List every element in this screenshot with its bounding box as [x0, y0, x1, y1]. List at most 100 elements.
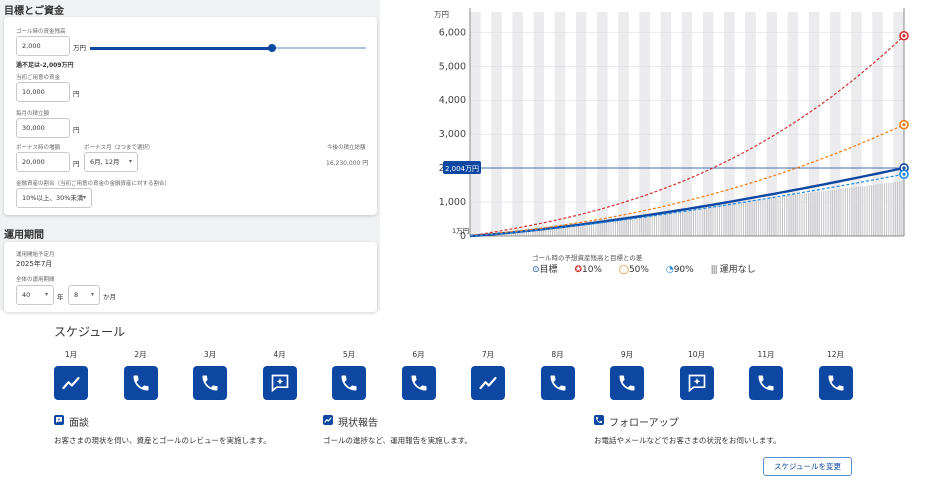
bonus-input[interactable]: 20,000 [16, 152, 70, 172]
phone-icon[interactable] [401, 366, 436, 400]
category-followup-name: フォローアップ [609, 418, 679, 429]
target-marker-icon: ⊙ [532, 265, 540, 275]
category-report-name: 現状報告 [338, 418, 378, 429]
goal-section-title: 目標とご資金 [4, 6, 64, 17]
circle-marker-icon: ◯ [618, 265, 629, 275]
bonus-month-select[interactable]: 6月, 12月 ▾ [84, 152, 138, 172]
chevron-down-icon: ▾ [44, 291, 48, 298]
category-followup-desc: お電話やメールなどでお客さまの状況をお伺いします。 [594, 436, 781, 445]
initial-label: 当初ご用意の資金 [16, 75, 61, 81]
ratio-value: 10%以上、30%未満 [22, 194, 84, 202]
asset-projection-chart: 01,0002,0003,0004,0005,0006,000万円2,004万円… [410, 0, 920, 280]
chart-band [681, 12, 693, 236]
change-schedule-button[interactable]: スケジュールを変更 [763, 457, 852, 476]
total-period-label: 全体の運用期間 [16, 277, 55, 283]
chevron-down-icon: ▾ [82, 194, 86, 201]
legend-item-target[interactable]: ⊙目標 [532, 265, 560, 275]
ratio-label: 金融資産の割合（当初ご用意の資金の金融資産に対する割合） [16, 181, 171, 187]
chart-svg: 01,0002,0003,0004,0005,0006,000万円2,004万円… [434, 8, 909, 242]
years-value: 40 [22, 291, 31, 299]
month-label: 10月 [687, 350, 706, 359]
series-p90-marker-dot [902, 172, 906, 176]
series-p10-marker-dot [902, 34, 906, 38]
month-label: 7月 [481, 350, 495, 359]
initial-input[interactable]: 10,000 [16, 82, 70, 102]
star-marker-icon: ✪ [574, 265, 582, 275]
chart-band [597, 12, 608, 236]
bonus-month-label: ボーナス月（2つまで選択） [84, 145, 154, 151]
trend-icon[interactable] [471, 366, 505, 400]
trend-icon [323, 415, 333, 425]
category-meeting-name: 面談 [69, 418, 89, 429]
ratio-select[interactable]: 10%以上、30%未満 ▾ [16, 188, 92, 208]
monthly-unit: 円 [73, 126, 80, 134]
legend-label-p50: 50% [628, 265, 649, 275]
series-p50-marker-dot [902, 123, 906, 127]
phone-icon[interactable] [749, 366, 783, 400]
monthly-input[interactable]: 30,000 [16, 118, 70, 138]
future-total-value: 16,230,000 円 [326, 160, 369, 167]
future-total-label: 今後の積立総額 [327, 145, 366, 151]
goal-slider-fill [90, 46, 273, 50]
chat-icon[interactable] [679, 366, 714, 400]
phone-icon[interactable] [193, 366, 227, 400]
monthly-label: 毎月の積立額 [16, 111, 50, 117]
target-label: 2,004万円 [445, 165, 479, 173]
legend-item-p90[interactable]: ◔90% [666, 265, 697, 275]
chart-band [575, 12, 587, 236]
years-unit: 年 [57, 293, 64, 301]
chart-band [512, 12, 523, 236]
legend-item-p50[interactable]: ◯50% [619, 265, 652, 275]
months-select[interactable]: 8 ▾ [68, 285, 100, 305]
y-tick-label: 6,000 [439, 27, 466, 38]
start-value-label: 1万円 [452, 227, 469, 235]
phone-icon[interactable] [818, 366, 853, 400]
months-unit: か月 [103, 293, 116, 301]
years-select[interactable]: 40 ▾ [16, 285, 54, 305]
month-label: 3月 [203, 350, 217, 359]
legend-title: ゴール時の予想資産残高と目標との差 [532, 254, 643, 262]
phone-icon[interactable] [332, 366, 366, 400]
chevron-down-icon: ▾ [90, 291, 94, 298]
month-label: 1月 [64, 350, 78, 359]
category-report-desc: ゴールの進捗など、運用報告を実施します。 [323, 436, 472, 445]
month-label: 8月 [551, 350, 564, 359]
phone-icon[interactable] [540, 366, 575, 400]
goal-unit: 万円 [73, 44, 86, 52]
chart-band [660, 12, 672, 236]
chart-band [639, 12, 650, 236]
month-label: 2月 [134, 350, 147, 359]
schedule-title: スケジュール [54, 325, 126, 339]
series-target-marker-dot [902, 166, 906, 170]
goal-card: ゴール時の資金残高 2,000 万円 過不足は-2,009万円 当初ご用意の資金… [4, 17, 377, 215]
start-label: 運用開始予定月 [16, 252, 55, 258]
period-section-title: 運用期間 [4, 230, 44, 241]
bars-marker-icon: ||| [710, 265, 718, 275]
chat-icon [54, 415, 64, 425]
chart-band [702, 12, 714, 236]
legend-label-baseline: 運用なし [719, 265, 756, 275]
chart-band [491, 12, 502, 236]
chat-icon[interactable] [262, 366, 297, 400]
month-label: 12月 [826, 350, 845, 359]
y-tick-label: 1,000 [439, 197, 466, 208]
legend-item-baseline[interactable]: ||| 運用なし [711, 265, 756, 275]
month-label: 5月 [342, 350, 356, 359]
settings-panel: 目標とご資金 ゴール時の資金残高 2,000 万円 過不足は-2,009万円 当… [0, 0, 380, 312]
chevron-down-icon: ▾ [128, 158, 132, 165]
start-value: 2025年7月 [16, 260, 53, 268]
chart-band [533, 12, 545, 236]
trend-icon[interactable] [54, 366, 88, 400]
chart-band [470, 12, 481, 236]
category-meeting-desc: お客さまの現状を伺い、資産とゴールのレビューを実施します。 [54, 436, 271, 445]
y-axis-unit: 万円 [434, 10, 449, 19]
period-card: 運用開始予定月 2025年7月 全体の運用期間 40 ▾ 年 8 ▾ か月 [4, 242, 377, 312]
initial-unit: 円 [73, 90, 80, 98]
goal-slider-knob[interactable] [268, 44, 277, 52]
y-tick-label: 3,000 [439, 129, 466, 140]
goal-input[interactable]: 2,000 [16, 36, 70, 56]
legend-item-p10[interactable]: ✪10% [574, 265, 604, 275]
phone-icon[interactable] [123, 366, 158, 400]
phone-icon[interactable] [610, 366, 644, 400]
legend-label-p10: 10% [581, 265, 602, 275]
